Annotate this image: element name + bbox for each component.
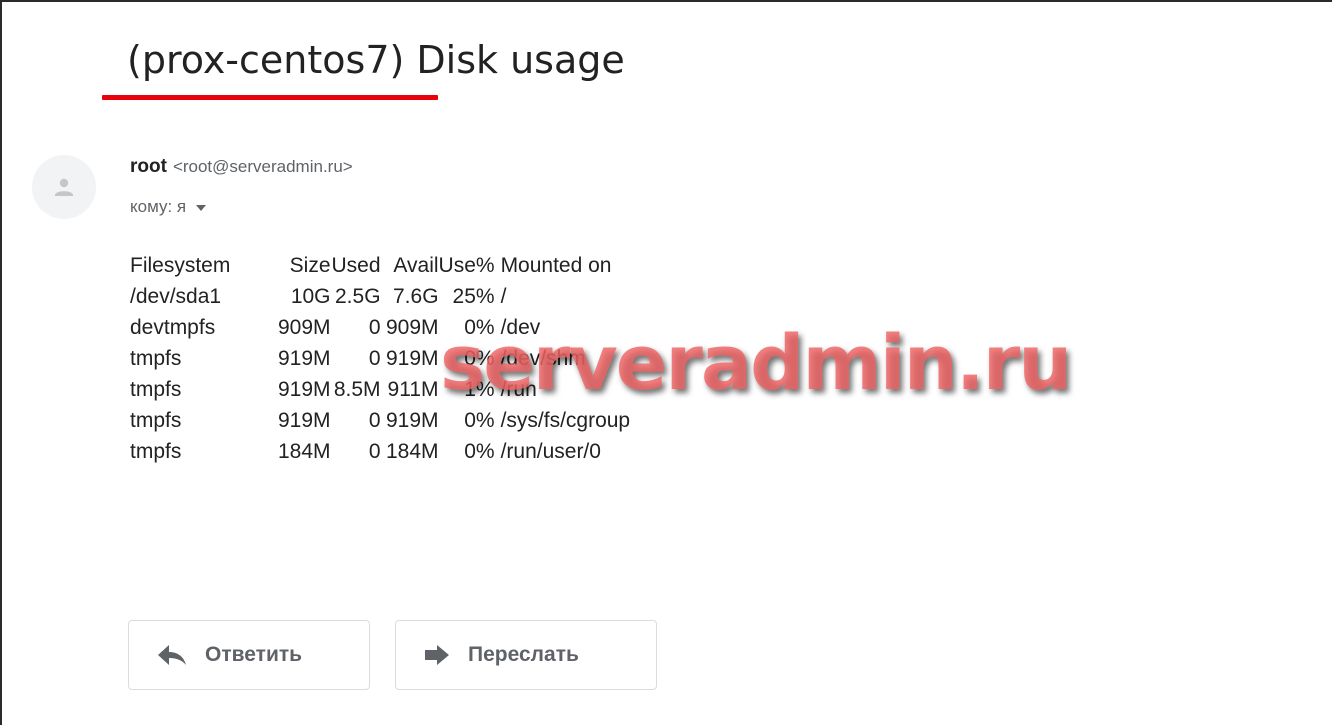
cell-filesystem: tmpfs (130, 347, 182, 370)
forward-button-label: Переслать (468, 643, 579, 666)
cell-use-percent: Use% (438, 254, 495, 277)
cell-use-percent: 1% (464, 378, 495, 401)
cell-size: 909M (278, 316, 331, 339)
cell-filesystem: tmpfs (130, 440, 182, 463)
cell-filesystem: /dev/sda1 (130, 285, 222, 308)
df-header-row: Filesystem Size Used Avail Use% Mounted on (130, 250, 630, 281)
df-row: tmpfs 919M 0 919M 0%/sys/fs/cgroup (130, 405, 630, 436)
cell-size: 184M (278, 440, 331, 463)
reply-button[interactable]: Ответить (128, 620, 370, 690)
cell-mounted-on: /dev (500, 316, 541, 339)
cell-filesystem: Filesystem (130, 254, 231, 277)
cell-used: 0 (368, 440, 381, 463)
cell-avail: 7.6G (393, 285, 439, 308)
sender-address: <root@serveradmin.ru> (172, 157, 353, 176)
cell-used: Used (331, 254, 381, 277)
cell-mounted-on: /run (500, 378, 537, 401)
cell-avail: 911M (387, 378, 439, 401)
cell-mounted-on: /run/user/0 (500, 440, 601, 463)
subject-highlight-underline (102, 95, 438, 100)
sender-line: root <root@serveradmin.ru> (130, 156, 353, 178)
recipient-label: кому: я (130, 197, 187, 216)
sender-name[interactable]: root (130, 156, 167, 177)
avatar[interactable] (32, 155, 96, 219)
cell-size: 919M (278, 378, 331, 401)
df-output-table: Filesystem Size Used Avail Use% Mounted on/de… (130, 250, 630, 467)
cell-filesystem: devtmpfs (130, 316, 216, 339)
df-row: /dev/sda1 10G 2.5G 7.6G 25% / (130, 281, 630, 312)
cell-size: 10G (290, 285, 331, 308)
cell-mounted-on: /dev/shm (500, 347, 586, 370)
caret-down-icon[interactable] (196, 204, 207, 211)
cell-filesystem: tmpfs (130, 378, 182, 401)
email-subject: (prox-centos7) Disk usage (127, 38, 625, 82)
cell-filesystem: tmpfs (130, 409, 182, 432)
cell-avail: 919M (386, 347, 439, 370)
df-row: devtmpfs 909M 0 909M 0%/dev (130, 312, 630, 343)
cell-size: Size (289, 254, 331, 277)
cell-avail: 184M (386, 440, 439, 463)
cell-used: 0 (368, 316, 381, 339)
cell-used: 2.5G (335, 285, 381, 308)
cell-avail: 919M (386, 409, 439, 432)
cell-use-percent: 0% (464, 316, 495, 339)
cell-mounted-on: / (500, 285, 507, 308)
cell-size: 919M (278, 347, 331, 370)
cell-avail: 909M (386, 316, 439, 339)
cell-used: 8.5M (333, 378, 381, 401)
cell-use-percent: 25% (452, 285, 495, 308)
cell-mounted-on: /sys/fs/cgroup (500, 409, 631, 432)
cell-size: 919M (278, 409, 331, 432)
df-row: tmpfs 184M 0 184M 0%/run/user/0 (130, 436, 630, 467)
recipient-toggle[interactable]: кому: я (130, 197, 207, 217)
reply-button-label: Ответить (205, 643, 303, 666)
reply-arrow-icon (158, 645, 186, 665)
cell-use-percent: 0% (464, 409, 495, 432)
forward-arrow-icon (425, 645, 449, 665)
df-row: tmpfs 919M 0 919M 0%/dev/shm (130, 343, 630, 374)
cell-use-percent: 0% (464, 440, 495, 463)
df-row: tmpfs 919M 8.5M 911M 1%/run (130, 374, 630, 405)
cell-used: 0 (368, 347, 381, 370)
cell-use-percent: 0% (464, 347, 495, 370)
cell-avail: Avail (393, 254, 439, 277)
person-icon (55, 178, 73, 196)
forward-button[interactable]: Переслать (395, 620, 657, 690)
cell-mounted-on: Mounted on (500, 254, 612, 277)
cell-used: 0 (368, 409, 381, 432)
